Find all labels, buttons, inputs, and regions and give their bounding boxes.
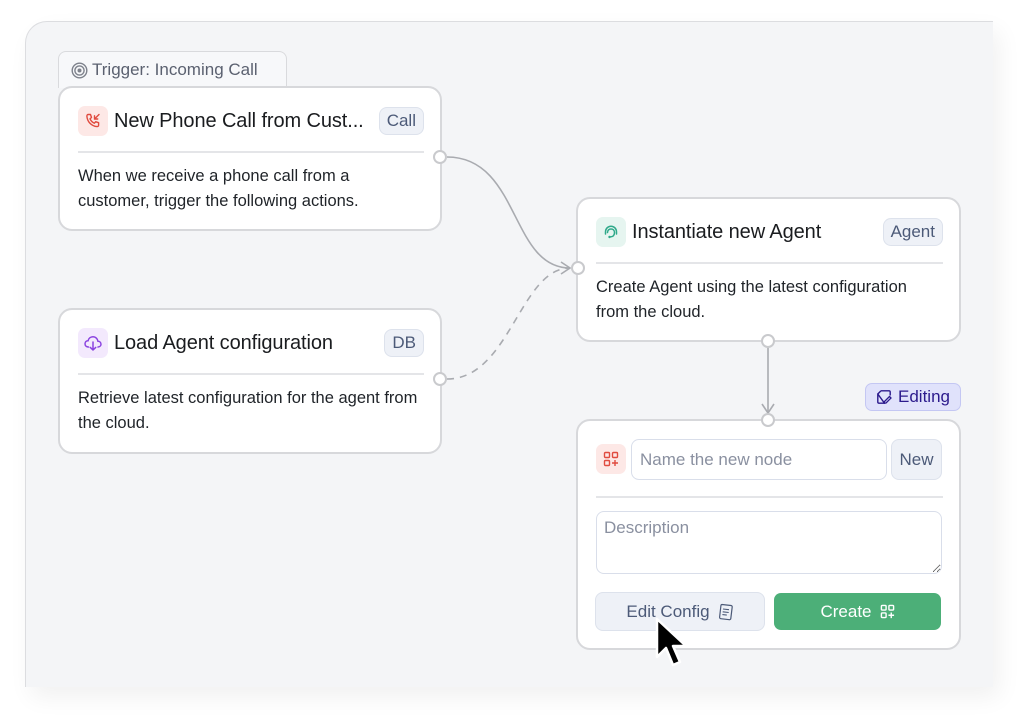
cloud-download-icon xyxy=(78,328,108,358)
node-type-tag[interactable]: New xyxy=(891,439,942,480)
node-load-config[interactable]: Load Agent configuration DB Retrieve lat… xyxy=(58,308,442,454)
editing-status-badge: Editing xyxy=(865,383,961,411)
node-description: When we receive a phone call from a cust… xyxy=(78,167,359,210)
node-divider xyxy=(78,151,424,153)
input-handle[interactable] xyxy=(761,413,775,427)
output-handle[interactable] xyxy=(761,334,775,348)
output-handle[interactable] xyxy=(433,372,447,386)
node-divider xyxy=(596,496,943,498)
add-grid-icon xyxy=(596,444,626,474)
node-title: Instantiate new Agent xyxy=(632,220,822,243)
node-tag: Call xyxy=(378,107,424,135)
node-divider xyxy=(78,373,424,375)
node-instantiate-agent[interactable]: Instantiate new Agent Agent Create Agent… xyxy=(576,197,961,342)
create-label: Create xyxy=(820,601,872,621)
node-new-editor[interactable]: New Edit Config Create xyxy=(576,419,961,650)
output-handle[interactable] xyxy=(433,150,447,164)
node-description-input[interactable] xyxy=(596,511,942,574)
node-title: New Phone Call from Cust... xyxy=(114,109,364,132)
mouse-cursor-icon xyxy=(655,617,688,667)
editing-badge-label: Editing xyxy=(898,387,950,406)
node-divider xyxy=(596,262,943,264)
add-grid-icon xyxy=(880,604,894,619)
node-name-input[interactable] xyxy=(631,439,887,480)
node-description: Retrieve latest configuration for the ag… xyxy=(78,389,418,432)
node-title: Load Agent configuration xyxy=(114,331,333,354)
node-tag: DB xyxy=(384,329,424,357)
create-button[interactable]: Create xyxy=(774,593,941,630)
node-phone-call[interactable]: New Phone Call from Cust... Call When we… xyxy=(58,86,442,231)
agent-headset-icon xyxy=(596,217,626,247)
trigger-group-label: Trigger: Incoming Call xyxy=(92,60,258,79)
input-handle[interactable] xyxy=(571,261,585,275)
document-icon xyxy=(718,603,733,620)
node-description: Create Agent using the latest configurat… xyxy=(596,278,907,321)
node-tag: Agent xyxy=(882,218,943,246)
phone-incoming-icon xyxy=(78,106,108,136)
edit-note-icon xyxy=(877,390,892,404)
trigger-group-tab: Trigger: Incoming Call xyxy=(58,51,287,88)
target-icon xyxy=(71,61,88,79)
